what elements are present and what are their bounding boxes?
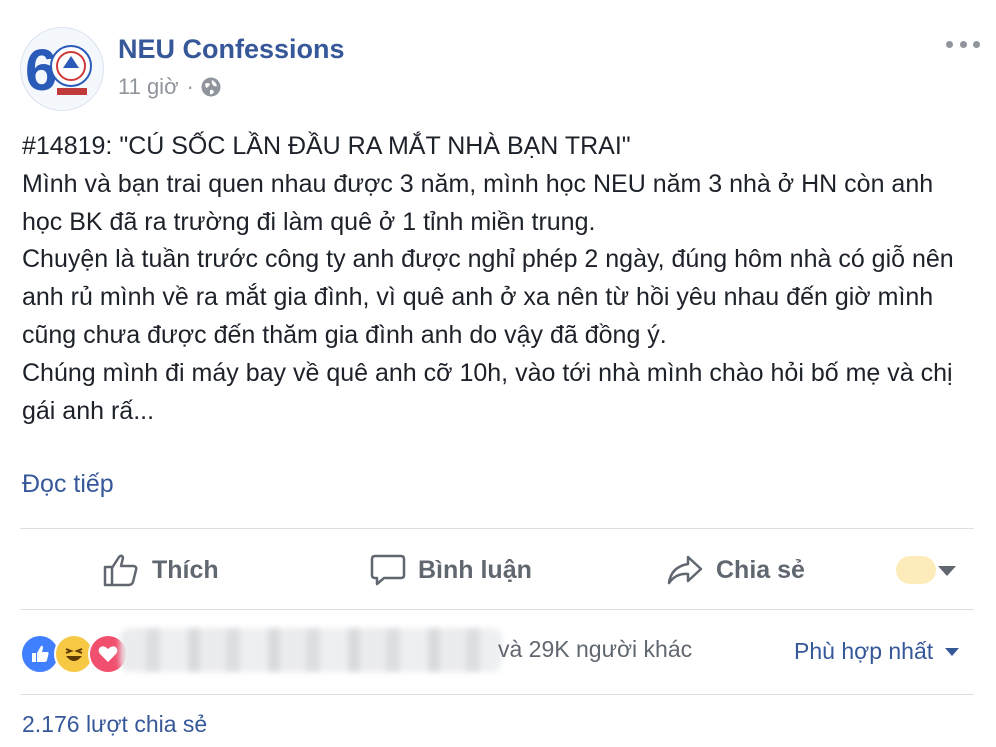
share-arrow-icon [667, 555, 703, 585]
comment-bubble-icon [370, 554, 406, 586]
audience-selector-avatar[interactable] [896, 556, 936, 584]
globe-icon[interactable] [200, 76, 222, 98]
divider [20, 528, 974, 529]
post-card: 6 NEU Confessions 11 giờ · #14819: "CÚ S… [0, 0, 996, 747]
comment-sort-dropdown[interactable]: Phù hợp nhất [794, 638, 960, 665]
meta-separator: · [186, 74, 194, 99]
post-meta: 11 giờ · [118, 74, 222, 100]
divider [20, 694, 974, 695]
chevron-down-icon[interactable] [938, 566, 956, 576]
thumbs-up-icon [103, 554, 138, 587]
reaction-icons[interactable] [20, 634, 128, 674]
post-text: #14819: "CÚ SỐC LẦN ĐẦU RA MẮT NHÀ BẠN T… [22, 128, 972, 430]
page-name-link[interactable]: NEU Confessions [118, 34, 345, 65]
share-label: Chia sẻ [716, 555, 805, 584]
reactor-names-blurred[interactable] [120, 628, 502, 672]
reaction-count[interactable]: và 29K người khác [498, 636, 692, 663]
post-paragraph: #14819: "CÚ SỐC LẦN ĐẦU RA MẮT NHÀ BẠN T… [22, 132, 631, 160]
share-button[interactable]: Chia sẻ [666, 545, 805, 595]
caret-down-icon [945, 647, 960, 656]
sort-label: Phù hợp nhất [794, 638, 934, 664]
post-paragraph: Mình và bạn trai quen nhau được 3 năm, m… [22, 169, 934, 236]
comment-label: Bình luận [418, 555, 532, 584]
divider [20, 609, 974, 610]
post-paragraph: Chuyện là tuần trước công ty anh được ng… [22, 245, 954, 349]
share-count-link[interactable]: 2.176 lượt chia sẻ [22, 711, 207, 738]
page-avatar[interactable]: 6 [20, 27, 104, 111]
read-more-link[interactable]: Đọc tiếp [22, 470, 114, 499]
more-options-icon[interactable] [946, 34, 980, 54]
like-label: Thích [152, 555, 219, 584]
post-paragraph: Chúng mình đi máy bay về quê anh cỡ 10h,… [22, 358, 953, 425]
comment-button[interactable]: Bình luận [370, 545, 532, 595]
post-timestamp[interactable]: 11 giờ [118, 74, 179, 100]
like-button[interactable]: Thích [102, 545, 219, 595]
